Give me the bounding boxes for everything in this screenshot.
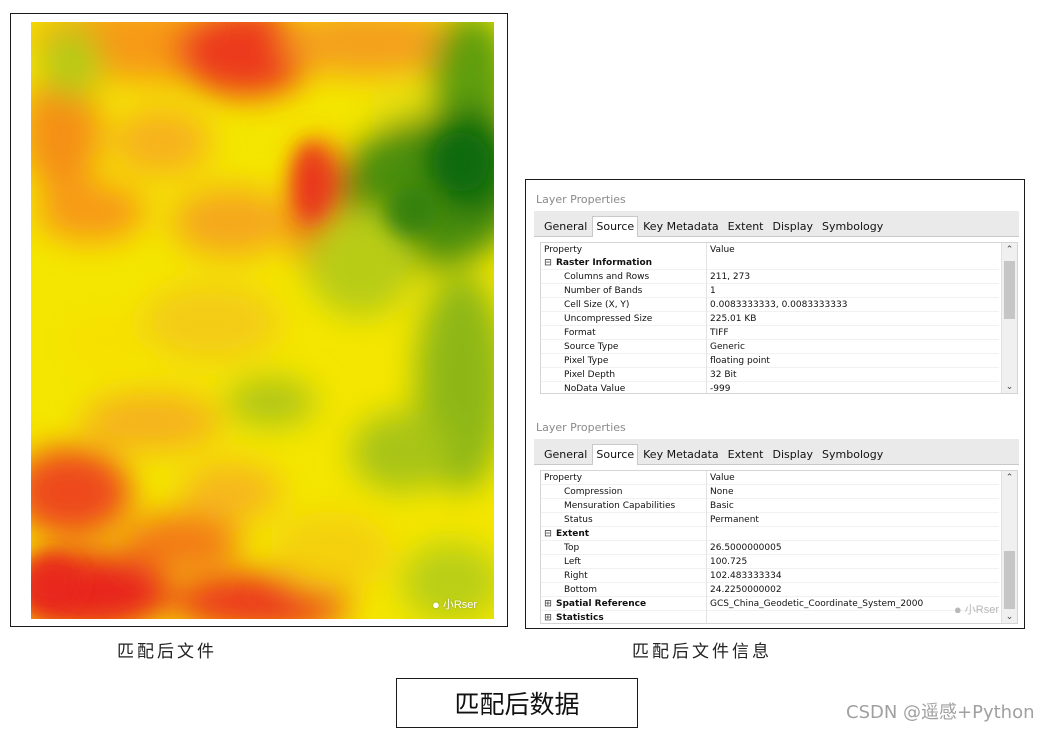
figure-title: 匹配后数据 <box>396 678 638 728</box>
tab-source[interactable]: Source <box>592 216 639 237</box>
right-caption: 匹配后文件信息 <box>632 642 772 662</box>
tab-display[interactable]: Display <box>768 444 818 464</box>
wechat-icon: ● <box>432 596 440 612</box>
source-credit: CSDN @遥感+Python <box>846 702 1035 723</box>
scroll-up-arrow-icon[interactable]: ⌃ <box>1002 244 1017 255</box>
section-spatial-reference[interactable]: ⊞ Spatial Reference <box>541 596 707 611</box>
column-header-value: Value <box>710 472 735 483</box>
tab-key-metadata[interactable]: Key Metadata <box>639 444 723 464</box>
property-key: Bottom <box>564 584 598 595</box>
property-value: 32 Bit <box>706 367 999 382</box>
scroll-down-arrow-icon[interactable]: ⌄ <box>1002 611 1017 622</box>
section-label: Spatial Reference <box>556 598 647 609</box>
property-key: Source Type <box>564 341 619 352</box>
property-value: 24.2250000002 <box>706 582 999 597</box>
scroll-up-arrow-icon[interactable]: ⌃ <box>1002 472 1017 483</box>
property-key: NoData Value <box>564 383 626 394</box>
properties-figure-frame: Layer Properties General Source Key Meta… <box>525 179 1025 629</box>
property-key: Pixel Depth <box>564 369 616 380</box>
property-value: Generic <box>706 339 999 354</box>
tab-general[interactable]: General <box>540 444 592 464</box>
property-value: 1 <box>706 283 999 298</box>
property-key: Format <box>564 327 596 338</box>
property-value: 225.01 KB <box>706 311 999 326</box>
section-extent[interactable]: ⊟ Extent <box>541 526 707 541</box>
tab-source[interactable]: Source <box>592 444 639 465</box>
tab-symbology[interactable]: Symbology <box>818 444 888 464</box>
property-key: Status <box>564 514 593 525</box>
tab-extent[interactable]: Extent <box>723 444 768 464</box>
raster-figure-frame: ● 小Rser <box>10 13 508 627</box>
raster-image <box>31 22 494 619</box>
tab-symbology[interactable]: Symbology <box>818 216 888 236</box>
tab-general[interactable]: General <box>540 216 592 236</box>
dialog-title: Layer Properties <box>536 421 626 434</box>
tab-extent[interactable]: Extent <box>723 216 768 236</box>
section-label: Raster Information <box>556 257 653 268</box>
collapse-icon[interactable]: ⊟ <box>544 258 552 268</box>
layer-properties-dialog-bottom: Layer Properties General Source Key Meta… <box>534 417 1019 624</box>
property-key: Uncompressed Size <box>564 313 653 324</box>
property-value: None <box>706 484 999 499</box>
section-label: Statistics <box>556 612 604 623</box>
vertical-scrollbar[interactable]: ⌃ ⌄ <box>1001 471 1017 623</box>
property-key: Cell Size (X, Y) <box>564 299 630 310</box>
property-grid: Property Value ⊟ Raster Information Colum… <box>540 242 1018 394</box>
section-raster-information[interactable]: ⊟ Raster Information <box>541 256 707 270</box>
scroll-down-arrow-icon[interactable]: ⌄ <box>1002 381 1017 392</box>
property-value: Permanent <box>706 512 999 527</box>
properties-watermark: ● 小Rser <box>954 601 999 617</box>
watermark-text: 小Rser <box>964 604 999 616</box>
vertical-scrollbar[interactable]: ⌃ ⌄ <box>1001 243 1017 393</box>
property-value: 0.0083333333, 0.0083333333 <box>706 297 999 312</box>
column-header-value: Value <box>710 244 735 255</box>
property-value: Basic <box>706 498 999 513</box>
tab-display[interactable]: Display <box>768 216 818 236</box>
property-key: Top <box>564 542 580 553</box>
raster-heatmap <box>31 22 494 619</box>
property-grid: Property Value Compression None Mensurati… <box>540 470 1018 624</box>
property-key: Columns and Rows <box>564 271 650 282</box>
property-value: TIFF <box>706 325 999 340</box>
tab-bar: General Source Key Metadata Extent Displ… <box>534 211 1019 237</box>
wechat-icon: ● <box>953 601 962 617</box>
section-label: Extent <box>556 528 590 539</box>
property-key: Right <box>564 570 588 581</box>
expand-icon[interactable]: ⊞ <box>544 613 552 623</box>
raster-watermark: ● 小Rser <box>432 596 477 612</box>
property-value: 211, 273 <box>706 269 999 284</box>
dialog-title: Layer Properties <box>536 193 626 206</box>
scroll-thumb[interactable] <box>1004 261 1015 319</box>
property-key: Pixel Type <box>564 355 609 366</box>
property-key: Compression <box>564 486 623 497</box>
collapse-icon[interactable]: ⊟ <box>544 529 552 539</box>
property-value: -999 <box>706 381 999 393</box>
property-key: Mensuration Capabilities <box>564 500 676 511</box>
tab-bar: General Source Key Metadata Extent Displ… <box>534 439 1019 465</box>
section-statistics[interactable]: ⊞ Statistics <box>541 610 707 623</box>
expand-icon[interactable]: ⊞ <box>544 599 552 609</box>
property-value: 102.483333334 <box>706 568 999 583</box>
property-value: floating point <box>706 353 999 368</box>
property-key: Left <box>564 556 581 567</box>
property-value: 100.725 <box>706 554 999 569</box>
watermark-text: 小Rser <box>442 599 478 611</box>
property-value: 26.5000000005 <box>706 540 999 555</box>
left-caption: 匹配后文件 <box>117 642 217 662</box>
column-header-property: Property <box>541 471 707 485</box>
tab-key-metadata[interactable]: Key Metadata <box>639 216 723 236</box>
layer-properties-dialog-top: Layer Properties General Source Key Meta… <box>534 189 1019 394</box>
column-header-property: Property <box>541 243 707 256</box>
scroll-thumb[interactable] <box>1004 551 1015 609</box>
property-key: Number of Bands <box>564 285 643 296</box>
